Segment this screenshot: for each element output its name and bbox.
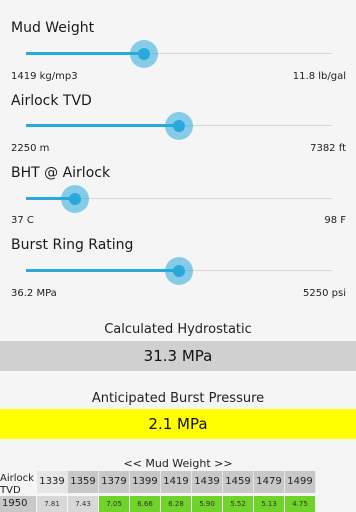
burst-ring-max-label: 5250 psi [303,288,346,299]
table-cell: 5.52 [223,496,254,512]
column-header: 1379 [99,471,130,493]
hydrostatic-value: 31.3 MPa [0,341,356,371]
column-header: 1359 [68,471,99,493]
column-header: 1419 [161,471,192,493]
table-cell: 7.05 [99,496,130,512]
slider-fill [26,124,179,127]
slider-thumb[interactable] [165,112,193,140]
bht-label: BHT @ Airlock [11,165,111,181]
table-cell: 4.75 [285,496,316,512]
row-label-tvd: 1950 [0,496,36,512]
slider-thumb-core [173,265,185,277]
slider-thumb-core [138,48,150,60]
table-cell: 7.81 [37,496,68,512]
mud-weight-label: Mud Weight [11,20,95,36]
burst-ring-min-label: 36.2 MPa [11,288,57,299]
table-corner-label: Airlock TVD [0,473,36,497]
table-cell: 6.28 [161,496,192,512]
burst-ring-label: Burst Ring Rating [11,237,134,253]
airlock-tvd-slider[interactable] [26,109,332,143]
bht-max-label: 98 F [324,215,346,226]
airlock-tvd-min-label: 2250 m [11,143,50,154]
bht-min-label: 37 C [11,215,34,226]
slider-fill [26,269,179,272]
burst-ring-slider[interactable] [26,254,332,288]
table-header-row: 1339 1359 1379 1399 1419 1439 1459 1479 1499 [37,471,316,493]
airlock-tvd-label: Airlock TVD [11,93,92,109]
slider-thumb-core [69,193,81,205]
column-header: 1479 [254,471,285,493]
slider-thumb[interactable] [165,257,193,285]
corner-line-airlock: Airlock [0,473,34,484]
column-header: 1499 [285,471,316,493]
table-row: 7.81 7.43 7.05 6.66 6.28 5.90 5.52 5.13 4.75 [37,496,316,512]
burst-pressure-value: 2.1 MPa [0,409,356,439]
bht-slider[interactable] [26,182,332,216]
table-cell: 5.13 [254,496,285,512]
slider-fill [26,52,144,55]
burst-pressure-title: Anticipated Burst Pressure [91,391,265,406]
table-cell: 6.66 [130,496,161,512]
slider-thumb[interactable] [130,40,158,68]
table-cell: 5.90 [192,496,223,512]
mud-weight-slider[interactable] [26,37,332,71]
column-header: 1339 [37,471,68,493]
mud-weight-min-label: 1419 kg/mp3 [11,71,78,82]
column-header: 1439 [192,471,223,493]
mud-weight-table: Airlock TVD 1339 1359 1379 1399 1419 1439 1459… [0,471,356,512]
table-cell: 7.43 [68,496,99,512]
column-header: 1459 [223,471,254,493]
airlock-tvd-max-label: 7382 ft [310,143,346,154]
slider-thumb[interactable] [61,185,89,213]
hydrostatic-title: Calculated Hydrostatic [104,322,252,337]
column-header: 1399 [130,471,161,493]
slider-thumb-core [173,120,185,132]
mud-weight-table-header[interactable]: << Mud Weight >> [0,457,356,470]
mud-weight-max-label: 11.8 lb/gal [292,71,346,82]
